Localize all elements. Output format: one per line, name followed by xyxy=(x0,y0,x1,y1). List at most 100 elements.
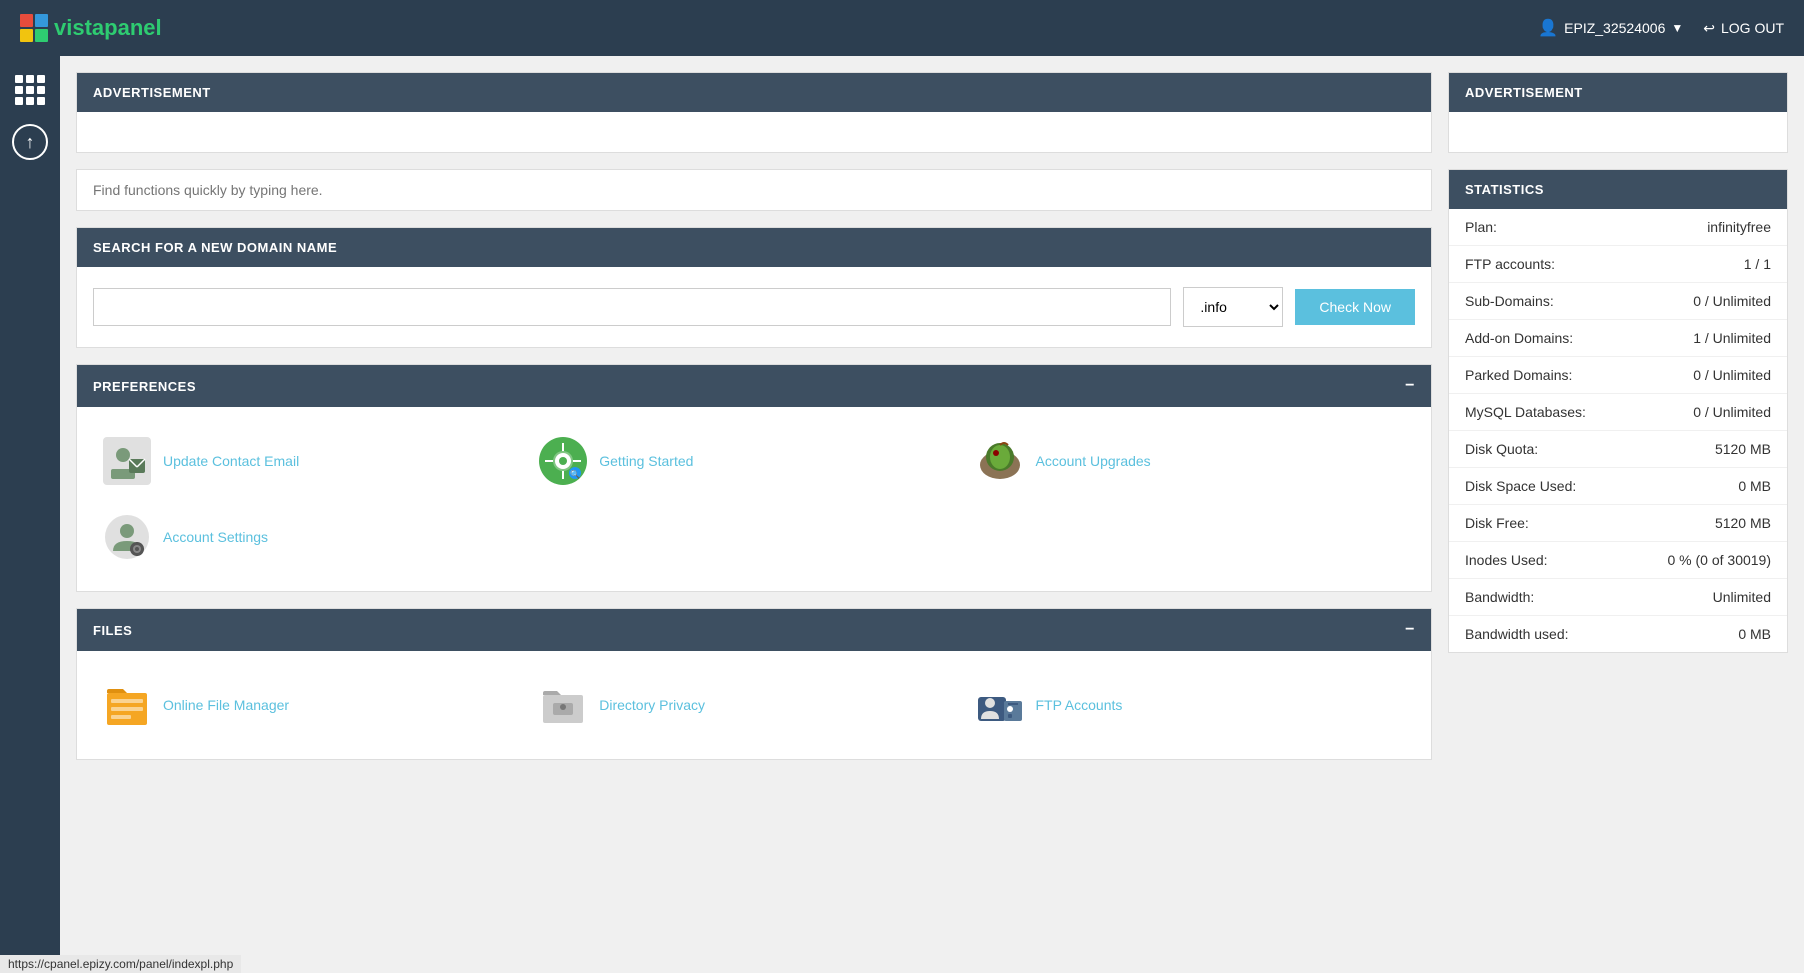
stats-label-bandwidth-used: Bandwidth used: xyxy=(1465,626,1738,642)
grid-dot xyxy=(15,86,23,94)
domain-search-row: .info .com .net .org .xyz Check Now xyxy=(93,287,1415,327)
logo-panel: panel xyxy=(104,15,161,40)
main-content: ADVERTISEMENT SEARCH FOR A NEW DOMAIN NA… xyxy=(60,56,1804,776)
account-upgrades-link[interactable]: Account Upgrades xyxy=(1036,453,1151,469)
grid-dot xyxy=(15,97,23,105)
stats-value-ftp: 1 / 1 xyxy=(1744,256,1771,272)
domain-name-input[interactable] xyxy=(93,288,1171,326)
stats-value-disk-quota: 5120 MB xyxy=(1715,441,1771,457)
preferences-title: PREFERENCES xyxy=(93,379,196,394)
statistics-header: STATISTICS xyxy=(1449,170,1787,209)
account-settings-link[interactable]: Account Settings xyxy=(163,529,268,545)
files-title: FILES xyxy=(93,623,132,638)
getting-started-link[interactable]: Getting Started xyxy=(599,453,693,469)
grid-icon-inner xyxy=(15,75,45,105)
statistics-body: Plan: infinityfree FTP accounts: 1 / 1 S… xyxy=(1449,209,1787,652)
pref-item-account-upgrades[interactable]: Account Upgrades xyxy=(966,423,1402,499)
file-manager-link[interactable]: Online File Manager xyxy=(163,697,289,713)
grid-dot xyxy=(26,86,34,94)
grid-dot xyxy=(15,75,23,83)
stats-value-mysql: 0 / Unlimited xyxy=(1693,404,1771,420)
stats-label-bandwidth: Bandwidth: xyxy=(1465,589,1713,605)
files-grid: Online File Manager Directory P xyxy=(77,651,1431,759)
contact-email-link[interactable]: Update Contact Email xyxy=(163,453,299,469)
pref-item-contact-email[interactable]: Update Contact Email xyxy=(93,423,529,499)
ftp-accounts-link[interactable]: FTP Accounts xyxy=(1036,697,1123,713)
stats-label-subdomains: Sub-Domains: xyxy=(1465,293,1693,309)
stats-row-parked-domains: Parked Domains: 0 / Unlimited xyxy=(1449,357,1787,394)
domain-search-panel: SEARCH FOR A NEW DOMAIN NAME .info .com … xyxy=(76,227,1432,348)
top-ad-header: ADVERTISEMENT xyxy=(77,73,1431,112)
stats-value-addon-domains: 1 / Unlimited xyxy=(1693,330,1771,346)
stats-value-parked-domains: 0 / Unlimited xyxy=(1693,367,1771,383)
stats-row-disk-quota: Disk Quota: 5120 MB xyxy=(1449,431,1787,468)
preferences-collapse-icon[interactable]: − xyxy=(1405,377,1415,395)
stats-row-subdomains: Sub-Domains: 0 / Unlimited xyxy=(1449,283,1787,320)
logo-sq-blue xyxy=(35,14,48,27)
grid-menu-icon[interactable] xyxy=(12,72,48,108)
account-upgrades-icon xyxy=(974,435,1026,487)
statistics-title: STATISTICS xyxy=(1465,182,1544,197)
pref-item-getting-started[interactable]: 🔍 Getting Started xyxy=(529,423,965,499)
layout: ↑ ADVERTISEMENT SEARCH FOR A NEW DOMAIN … xyxy=(0,56,1804,776)
stats-row-mysql: MySQL Databases: 0 / Unlimited xyxy=(1449,394,1787,431)
logo-squares xyxy=(20,14,48,42)
stats-value-disk-used: 0 MB xyxy=(1738,478,1771,494)
header: vistapanel 👤 EPIZ_32524006 ▼ ↩ LOG OUT xyxy=(0,0,1804,56)
grid-dot xyxy=(26,75,34,83)
right-ad-content xyxy=(1449,112,1787,152)
file-item-directory-privacy[interactable]: Directory Privacy xyxy=(529,667,965,743)
getting-started-icon: 🔍 xyxy=(537,435,589,487)
status-url: https://cpanel.epizy.com/panel/indexpl.p… xyxy=(8,957,233,971)
top-ad-title: ADVERTISEMENT xyxy=(93,85,211,100)
file-item-file-manager[interactable]: Online File Manager xyxy=(93,667,529,743)
stats-label-ftp: FTP accounts: xyxy=(1465,256,1744,272)
logo-sq-green xyxy=(35,29,48,42)
sidebar: ↑ xyxy=(0,56,60,973)
stats-row-bandwidth: Bandwidth: Unlimited xyxy=(1449,579,1787,616)
stats-label-disk-used: Disk Space Used: xyxy=(1465,478,1738,494)
stats-value-subdomains: 0 / Unlimited xyxy=(1693,293,1771,309)
pref-item-account-settings[interactable]: Account Settings xyxy=(93,499,529,575)
stats-row-addon-domains: Add-on Domains: 1 / Unlimited xyxy=(1449,320,1787,357)
header-user[interactable]: 👤 EPIZ_32524006 ▼ xyxy=(1538,18,1683,38)
stats-label-inodes: Inodes Used: xyxy=(1465,552,1667,568)
files-collapse-icon[interactable]: − xyxy=(1405,621,1415,639)
username-label: EPIZ_32524006 xyxy=(1564,20,1665,36)
right-advertisement-panel: ADVERTISEMENT xyxy=(1448,72,1788,153)
stats-row-bandwidth-used: Bandwidth used: 0 MB xyxy=(1449,616,1787,652)
stats-value-bandwidth-used: 0 MB xyxy=(1738,626,1771,642)
stats-row-ftp: FTP accounts: 1 / 1 xyxy=(1449,246,1787,283)
upload-icon[interactable]: ↑ xyxy=(12,124,48,160)
header-right: 👤 EPIZ_32524006 ▼ ↩ LOG OUT xyxy=(1538,18,1784,38)
directory-privacy-icon xyxy=(537,679,589,731)
upload-arrow: ↑ xyxy=(26,132,35,153)
logout-button[interactable]: ↩ LOG OUT xyxy=(1703,20,1784,37)
logo-vista: vista xyxy=(54,15,104,40)
grid-dot xyxy=(26,97,34,105)
stats-label-disk-free: Disk Free: xyxy=(1465,515,1715,531)
grid-dot xyxy=(37,97,45,105)
stats-value-inodes: 0 % (0 of 30019) xyxy=(1667,552,1771,568)
logout-icon: ↩ xyxy=(1703,20,1715,37)
statistics-panel: STATISTICS Plan: infinityfree FTP accoun… xyxy=(1448,169,1788,653)
quick-search-input[interactable] xyxy=(93,182,1415,198)
stats-value-disk-free: 5120 MB xyxy=(1715,515,1771,531)
stats-row-disk-free: Disk Free: 5120 MB xyxy=(1449,505,1787,542)
stats-label-mysql: MySQL Databases: xyxy=(1465,404,1693,420)
stats-row-disk-used: Disk Space Used: 0 MB xyxy=(1449,468,1787,505)
domain-extension-select[interactable]: .info .com .net .org .xyz xyxy=(1183,287,1283,327)
check-now-button[interactable]: Check Now xyxy=(1295,289,1415,325)
right-ad-title: ADVERTISEMENT xyxy=(1465,85,1583,100)
center-column: ADVERTISEMENT SEARCH FOR A NEW DOMAIN NA… xyxy=(76,72,1432,760)
stats-label-parked-domains: Parked Domains: xyxy=(1465,367,1693,383)
preferences-grid: Update Contact Email xyxy=(77,407,1431,591)
file-item-ftp-accounts[interactable]: FTP Accounts xyxy=(966,667,1402,743)
top-advertisement-panel: ADVERTISEMENT xyxy=(76,72,1432,153)
stats-label-plan: Plan: xyxy=(1465,219,1707,235)
logo-sq-red xyxy=(20,14,33,27)
stats-label-disk-quota: Disk Quota: xyxy=(1465,441,1715,457)
directory-privacy-link[interactable]: Directory Privacy xyxy=(599,697,705,713)
logo-text: vistapanel xyxy=(54,15,162,41)
file-manager-icon xyxy=(101,679,153,731)
